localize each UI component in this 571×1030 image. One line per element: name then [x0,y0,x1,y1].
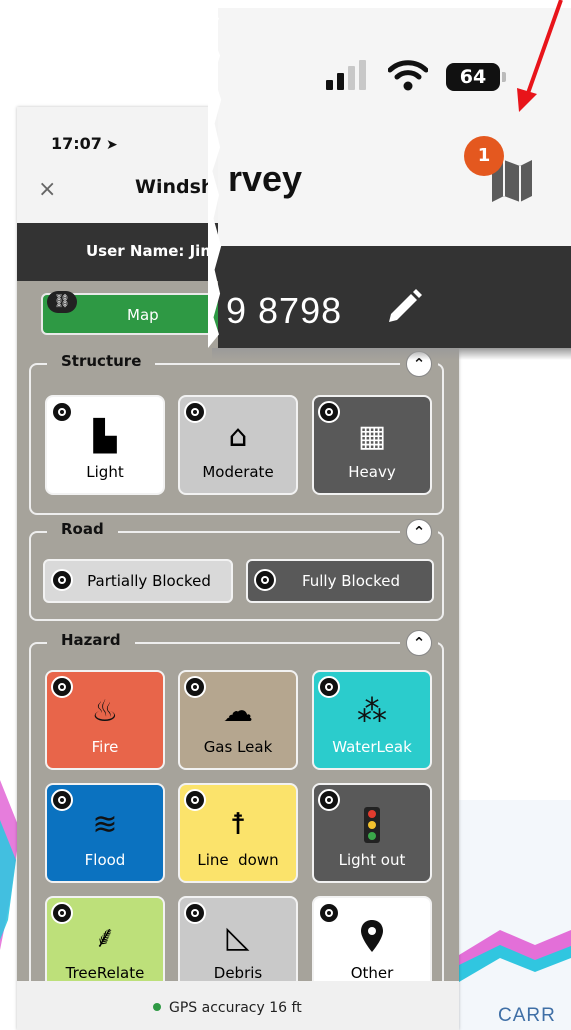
zoomed-title-fragment: rvey [228,158,303,199]
tile-label: Other [350,964,394,982]
tile-label: Gas Leak [203,738,273,756]
edit-pencil-icon[interactable] [383,288,423,328]
notification-badge: 1 [464,136,504,176]
tile-label: Debris [213,964,263,982]
water-leak-icon: ⁂ [357,694,387,729]
camera-icon[interactable] [51,569,73,591]
tile-gas-leak[interactable]: ☁ Gas Leak [178,670,298,770]
tile-label: Light out [338,851,406,869]
tile-label: Fire [91,738,119,756]
close-button[interactable]: × [38,177,56,202]
collapse-road-button[interactable]: ⌃ [406,519,432,545]
hazard-section: Hazard ⌃ ♨ Fire ☁ Gas Leak ⁂ WaterLeak ≋ [29,630,444,1002]
gps-status-dot [153,1003,161,1011]
zoomed-phone-fragment: 9 8798 [226,290,343,331]
tile-line-down[interactable]: ☨ Line down [178,783,298,883]
camera-icon[interactable] [254,569,276,591]
button-label: Fully Blocked [301,572,401,590]
gps-accuracy-text: GPS accuracy 16 ft [169,1000,302,1016]
partially-blocked-button[interactable]: Partially Blocked [43,559,233,603]
power-line-down-icon: ☨ [229,807,247,842]
tile-light-out[interactable]: Light out [312,783,432,883]
damaged-wall-icon: ▙ [93,419,117,454]
traffic-light-icon [314,807,430,852]
red-arrow-annotation [517,0,563,112]
gps-accuracy: GPS accuracy 16 ft [153,1000,302,1016]
tile-light[interactable]: ▙ Light [45,395,165,495]
status-time: 17:07 ➤ [51,134,118,153]
flood-icon: ≋ [92,807,118,842]
page-title: Windsh [135,176,215,198]
button-label: Partially Blocked [87,572,211,590]
clock-text: 17:07 [51,134,102,153]
tile-label: Heavy [348,463,396,481]
debris-icon: ◺ [226,920,250,955]
tile-fire[interactable]: ♨ Fire [45,670,165,770]
tile-label: Moderate [202,463,274,481]
collapse-hazard-button[interactable]: ⌃ [406,630,432,656]
user-name-label: User Name: Jim [86,242,216,260]
map-button-label: Map [127,306,159,324]
road-section: Road ⌃ Partially Blocked Fully Blocked [29,519,444,621]
fire-icon: ♨ [91,694,119,729]
tile-label: Flood [84,851,126,869]
tile-heavy[interactable]: ▦ Heavy [312,395,432,495]
house-crack-icon: ⌂ [228,419,248,454]
survey-content: ⛓ Map Structure ⌃ ▙ Light ⌂ Moderate ▦ H… [17,281,459,1002]
tile-label: TreeRelate [65,964,145,982]
tile-label: Line down [197,851,279,869]
collapsed-building-icon: ▦ [357,419,387,454]
tile-moderate[interactable]: ⌂ Moderate [178,395,298,495]
tile-label: WaterLeak [332,738,412,756]
structure-title: Structure [47,352,156,370]
gps-status-bar: GPS accuracy 16 ft [17,981,459,1030]
structure-section: Structure ⌃ ▙ Light ⌂ Moderate ▦ Heavy [29,351,444,515]
cellular-signal-icon [326,60,366,90]
fully-blocked-button[interactable]: Fully Blocked [246,559,434,603]
tile-label: Light [86,463,124,481]
gas-leak-icon: ☁ [223,694,253,729]
location-pin-icon [314,920,430,961]
inset-shadow [212,348,571,360]
tree-fallen-icon: ⸙ [93,920,117,955]
battery-indicator: 64 [446,63,500,91]
wifi-icon [388,60,428,91]
background-text-carr: CARR [498,1005,556,1026]
link-icon: ⛓ [47,291,77,313]
road-title: Road [47,520,118,538]
location-arrow-icon: ➤ [105,137,118,153]
tile-flood[interactable]: ≋ Flood [45,783,165,883]
tile-water-leak[interactable]: ⁂ WaterLeak [312,670,432,770]
hazard-title: Hazard [47,631,135,649]
